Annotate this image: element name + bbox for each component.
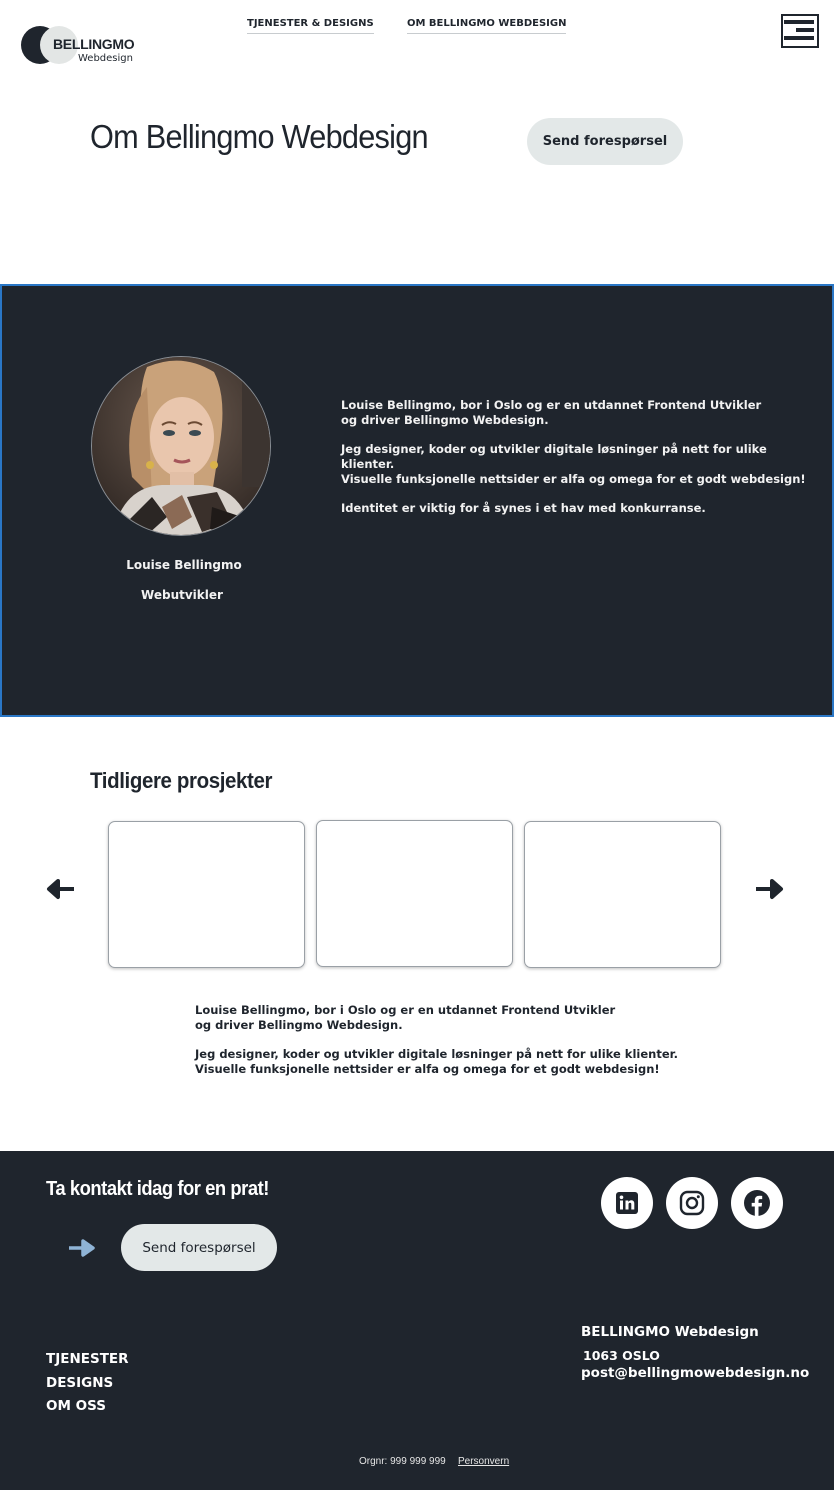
about-paragraph: Jeg designer, koder og utvikler digitale… xyxy=(341,442,806,486)
menu-bar xyxy=(784,36,814,40)
project-card[interactable] xyxy=(524,821,721,968)
nav-link-about[interactable]: OM BELLINGMO WEBDESIGN xyxy=(407,18,567,34)
arrow-right-icon xyxy=(69,1239,95,1257)
privacy-link[interactable]: Personvern xyxy=(458,1456,509,1467)
contact-title: Ta kontakt idag for en prat! xyxy=(46,1178,269,1200)
org-number: Orgnr: 999 999 999 xyxy=(359,1456,446,1467)
hamburger-menu-icon[interactable] xyxy=(781,14,819,48)
footer: Ta kontakt idag for en prat! Send foresp… xyxy=(0,1151,834,1490)
about-text: Louise Bellingmo, bor i Oslo og er en ut… xyxy=(341,398,811,530)
send-request-button[interactable]: Send forespørsel xyxy=(527,118,683,165)
footer-nav-services[interactable]: TJENESTER xyxy=(46,1351,129,1367)
facebook-icon[interactable] xyxy=(731,1177,783,1229)
company-city: 1063 OSLO xyxy=(583,1348,660,1363)
person-name: Louise Bellingmo xyxy=(126,558,242,572)
projects-paragraph: Jeg designer, koder og utvikler digitale… xyxy=(195,1047,679,1076)
person-role: Webutvikler xyxy=(141,588,223,602)
logo-subtitle: Webdesign xyxy=(78,53,133,64)
portrait-illustration xyxy=(92,357,270,535)
menu-bar xyxy=(784,20,814,24)
footer-send-request-button[interactable]: Send forespørsel xyxy=(121,1224,277,1271)
contact-email-link[interactable]: post@bellingmowebdesign.no xyxy=(581,1365,809,1381)
profile-photo xyxy=(91,356,271,536)
instagram-icon[interactable] xyxy=(666,1177,718,1229)
arrow-left-icon[interactable] xyxy=(46,876,76,902)
projects-title: Tidligere prosjekter xyxy=(90,768,273,793)
about-paragraph: Identitet er viktig for å synes i et hav… xyxy=(341,501,706,515)
company-name: BELLINGMO Webdesign xyxy=(581,1324,759,1340)
projects-text: Louise Bellingmo, bor i Oslo og er en ut… xyxy=(195,1003,755,1091)
about-paragraph: Louise Bellingmo, bor i Oslo og er en ut… xyxy=(341,398,762,427)
footer-nav-about[interactable]: OM OSS xyxy=(46,1398,106,1414)
arrow-right-icon[interactable] xyxy=(754,876,784,902)
page-title: Om Bellingmo Webdesign xyxy=(90,118,429,155)
menu-bar xyxy=(796,28,814,32)
projects-paragraph: Louise Bellingmo, bor i Oslo og er en ut… xyxy=(195,1003,616,1032)
project-card[interactable] xyxy=(316,820,513,967)
logo-name: BELLINGMO xyxy=(53,36,135,52)
linkedin-icon[interactable] xyxy=(601,1177,653,1229)
logo[interactable]: BELLINGMO Webdesign xyxy=(20,24,140,66)
footer-nav-designs[interactable]: DESIGNS xyxy=(46,1375,113,1391)
project-card[interactable] xyxy=(108,821,305,968)
nav-link-services[interactable]: TJENESTER & DESIGNS xyxy=(247,18,374,34)
about-section: Louise Bellingmo Webutvikler Louise Bell… xyxy=(0,284,834,717)
